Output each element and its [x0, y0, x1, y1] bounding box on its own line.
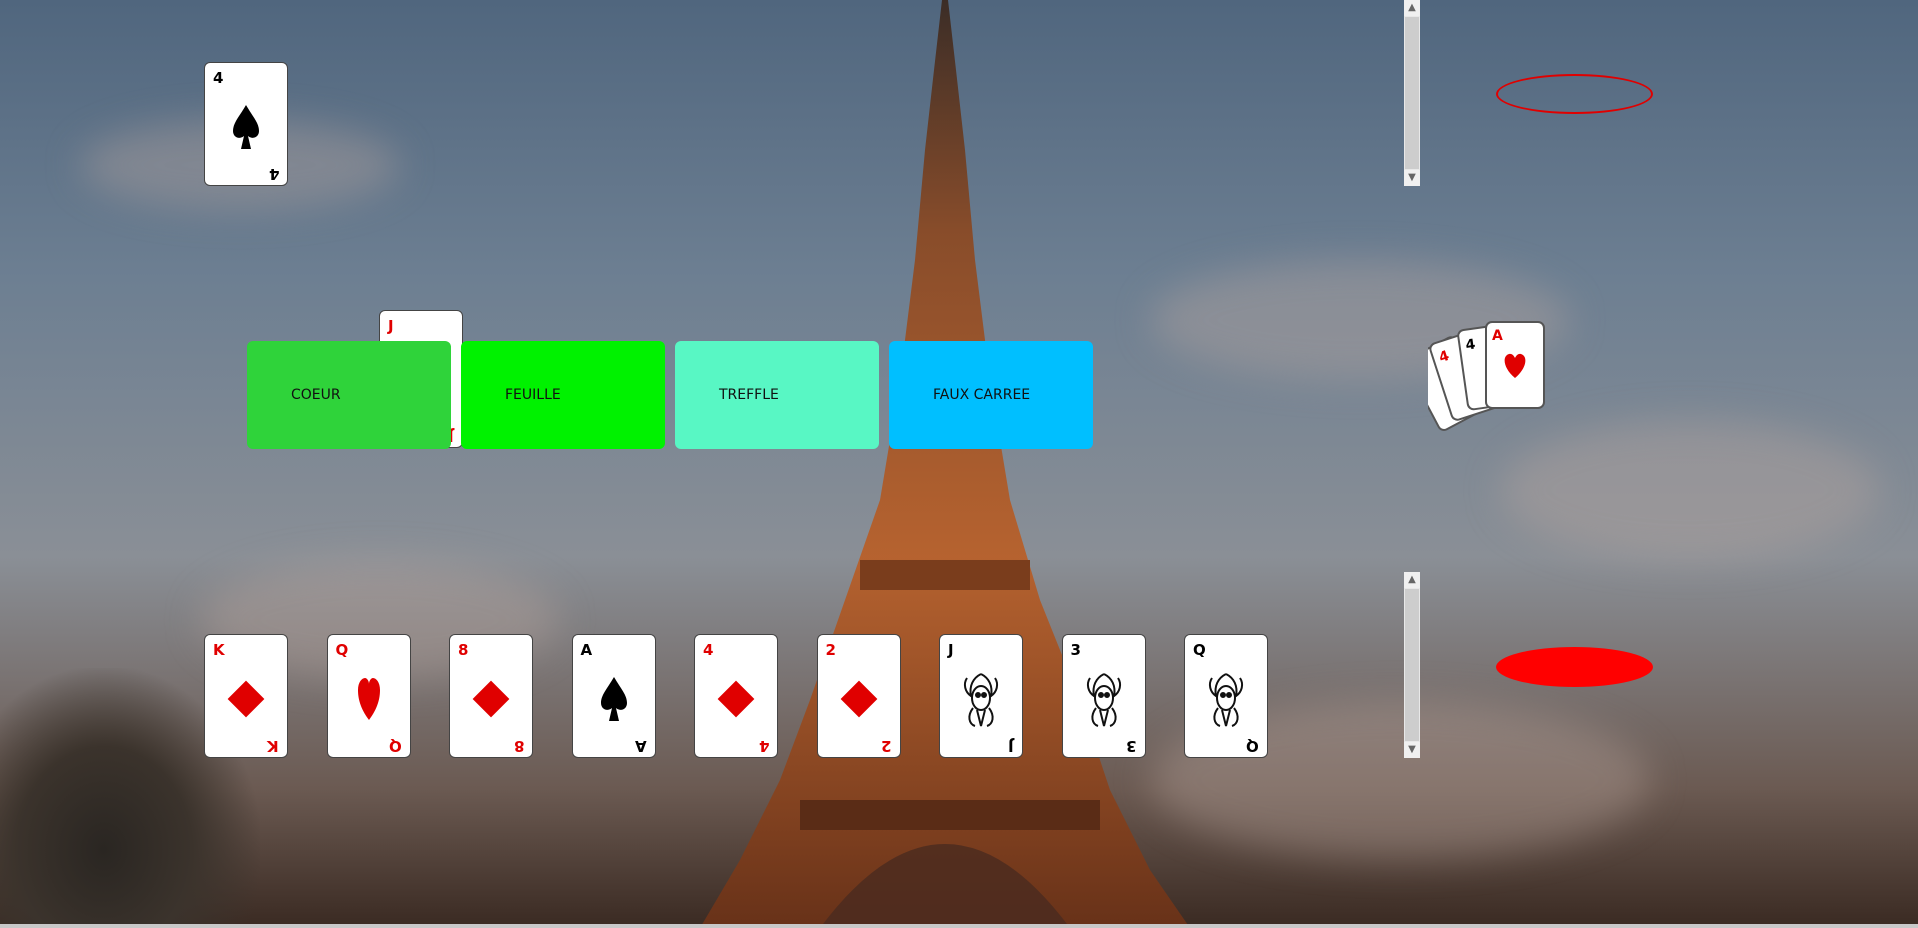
spade-icon [599, 675, 629, 727]
card-rank: J [388, 317, 394, 335]
heart-icon [356, 676, 382, 726]
scrollbar-thumb[interactable] [1405, 589, 1419, 741]
hand-card[interactable]: KK [204, 634, 288, 758]
card-rank: K [213, 641, 225, 659]
diamond-icon [224, 677, 268, 725]
hand-card[interactable]: AA [571, 634, 656, 758]
hand-card[interactable]: 33 [1061, 634, 1146, 758]
suit-button-label: FAUX CARREE [933, 387, 1031, 403]
card-rank-bottom: Q [388, 737, 402, 755]
scroll-up-arrow-icon[interactable]: ▲ [1404, 572, 1420, 588]
card-rank-bottom: J [1008, 737, 1014, 755]
card-rank: 4 [703, 641, 714, 659]
joker-dragon-icon [959, 668, 1003, 734]
card-rank: Q [335, 641, 349, 659]
card-rank: 2 [825, 641, 836, 659]
diamond-icon [714, 677, 758, 725]
suit-button-coeur[interactable]: COEUR [247, 341, 451, 449]
suit-button-label: COEUR [291, 387, 341, 403]
card-rank-bottom: 3 [1126, 737, 1137, 755]
card-rank: 3 [1070, 641, 1081, 659]
deck-card-rank: A [1492, 328, 1503, 344]
status-strip [0, 924, 1918, 928]
card-rank-bottom: 4 [268, 165, 279, 183]
hand-card[interactable]: 22 [816, 634, 901, 758]
scroll-down-arrow-icon[interactable]: ▼ [1404, 170, 1420, 186]
joker-dragon-icon [1082, 668, 1126, 734]
card-rank-bottom: 8 [513, 737, 524, 755]
card-rank: J [948, 641, 954, 659]
hand-card[interactable]: 88 [449, 634, 533, 758]
joker-dragon-icon [1204, 668, 1248, 734]
suit-button-feuille[interactable]: FEUILLE [461, 341, 665, 449]
hand-card[interactable]: JJ [939, 634, 1023, 758]
card-rank-bottom: A [634, 737, 647, 755]
scrollbar-thumb[interactable] [1405, 17, 1419, 169]
card-rank: 8 [458, 641, 469, 659]
card-rank-bottom: K [267, 737, 279, 755]
scroll-down-arrow-icon[interactable]: ▼ [1404, 742, 1420, 758]
hand-scrollbar[interactable]: ▲ ▼ [1404, 572, 1420, 758]
opponent-area-scrollbar[interactable]: ▲ ▼ [1404, 0, 1420, 186]
card-rank: 4 [213, 69, 224, 87]
card-rank: A [580, 641, 593, 659]
suit-button-treffle[interactable]: TREFFLE [675, 341, 879, 449]
card-rank: Q [1193, 641, 1206, 659]
card-rank-bottom: 2 [881, 737, 892, 755]
suit-button-label: FEUILLE [505, 387, 561, 403]
scroll-up-arrow-icon[interactable]: ▲ [1404, 0, 1420, 16]
diamond-icon [469, 677, 513, 725]
opponent-played-card: 4 4 [204, 62, 288, 186]
suit-button-label: TREFFLE [719, 387, 779, 403]
hand-card[interactable]: QQ [1184, 634, 1268, 758]
suit-button-faux-carree[interactable]: FAUX CARREE [889, 341, 1093, 449]
card-rank-bottom: Q [1246, 737, 1259, 755]
deck-draw-pile-icon[interactable]: 3 4 4 A [1428, 318, 1568, 444]
diamond-icon [837, 677, 881, 725]
player-turn-indicator [1496, 647, 1653, 687]
spade-icon [231, 103, 261, 155]
opponent-turn-indicator [1496, 74, 1653, 114]
fanned-cards: 3 4 4 A [1428, 321, 1545, 431]
hand-card[interactable]: QQ [326, 634, 411, 758]
card-rank-bottom: 4 [758, 737, 769, 755]
hand-card[interactable]: 44 [694, 634, 778, 758]
